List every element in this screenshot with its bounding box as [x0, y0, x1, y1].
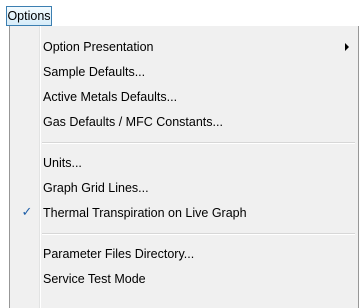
menu-item-active-metals-defaults[interactable]: Active Metals Defaults... [12, 86, 356, 108]
options-menu-button[interactable]: Options [6, 6, 52, 26]
menu-item-label: Service Test Mode [43, 272, 146, 286]
menu-item-label: Gas Defaults / MFC Constants... [43, 115, 223, 129]
options-dropdown-menu: Option Presentation Sample Defaults... A… [9, 26, 359, 308]
submenu-arrow-icon [345, 43, 349, 51]
menu-item-label: Active Metals Defaults... [43, 90, 178, 104]
menu-separator [42, 142, 355, 144]
menu-item-units[interactable]: Units... [12, 152, 356, 174]
menu-item-label: Units... [43, 156, 82, 170]
menu-item-label: Graph Grid Lines... [43, 181, 149, 195]
menu-item-label: Sample Defaults... [43, 65, 146, 79]
checkmark-icon: ✓ [21, 205, 33, 220]
menu-item-service-test-mode[interactable]: Service Test Mode [12, 268, 356, 290]
menu-item-label: Parameter Files Directory... [43, 247, 195, 261]
options-menu-label: Options [7, 9, 51, 23]
menu-item-gas-defaults[interactable]: Gas Defaults / MFC Constants... [12, 111, 356, 133]
menu-item-label: Option Presentation [43, 40, 154, 54]
menu-item-label: Thermal Transpiration on Live Graph [43, 206, 247, 220]
menu-item-parameter-files-directory[interactable]: Parameter Files Directory... [12, 243, 356, 265]
menu-separator [42, 233, 355, 235]
menu-item-graph-grid-lines[interactable]: Graph Grid Lines... [12, 177, 356, 199]
menu-item-option-presentation[interactable]: Option Presentation [12, 36, 356, 58]
menu-item-sample-defaults[interactable]: Sample Defaults... [12, 61, 356, 83]
menu-item-thermal-transpiration[interactable]: ✓ Thermal Transpiration on Live Graph [12, 202, 356, 224]
